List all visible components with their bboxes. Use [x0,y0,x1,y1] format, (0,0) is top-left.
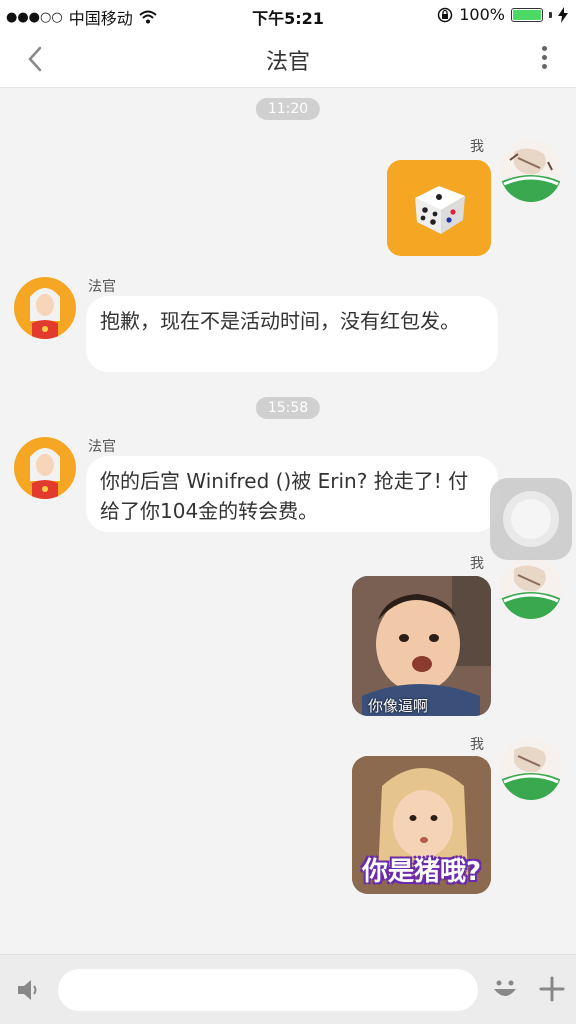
page-title: 法官 [265,50,310,75]
sender-name: 法官 [88,439,116,455]
status-right: 100% [437,5,568,24]
sender-name: 法官 [88,279,116,295]
message-bubble[interactable]: 你的后宫 Winifred ()被 Erin? 抢走了! 付给了你104金的转会… [86,456,498,532]
message-bubble[interactable]: 抱歉，现在不是活动时间，没有红包发。 [86,296,498,372]
charging-icon [558,6,568,23]
sticker-message[interactable]: 你是猪哦? [352,756,491,894]
sticker-message[interactable]: 你像逼啊 [352,576,491,716]
my-avatar[interactable] [500,738,562,800]
judge-avatar[interactable] [14,437,76,499]
chat-header: 法官 [0,30,576,88]
emoji-button[interactable] [490,975,520,1005]
dice-message[interactable] [387,160,491,256]
more-actions-button[interactable] [536,973,568,1005]
battery-percent: 100% [459,5,505,24]
voice-button[interactable] [14,975,44,1005]
sender-name: 我 [470,737,484,753]
battery-icon [511,7,543,22]
battery-tip [549,11,552,18]
emoji-icon [494,980,516,996]
my-avatar[interactable] [500,557,562,619]
input-bar [0,954,576,1024]
voice-icon [18,980,37,1000]
sender-name: 我 [470,556,484,572]
my-avatar[interactable] [500,140,562,202]
dice-icon [415,186,465,234]
sticker-caption: 你像逼啊 [368,697,429,715]
plus-icon [539,976,565,1002]
orientation-lock-icon [438,7,453,22]
more-vertical-icon [536,46,552,69]
message-input[interactable] [58,969,478,1011]
sender-name: 我 [470,139,484,155]
timestamp: 11:20 [255,98,321,120]
sticker-caption: 你是猪哦? [361,857,482,887]
more-button[interactable] [536,42,552,76]
judge-avatar[interactable] [14,277,76,339]
timestamp: 15:58 [255,397,321,419]
assistive-touch-button[interactable] [490,478,572,560]
status-bar: ●●●○○ 中国移动 下午5:21 100% [0,0,576,30]
